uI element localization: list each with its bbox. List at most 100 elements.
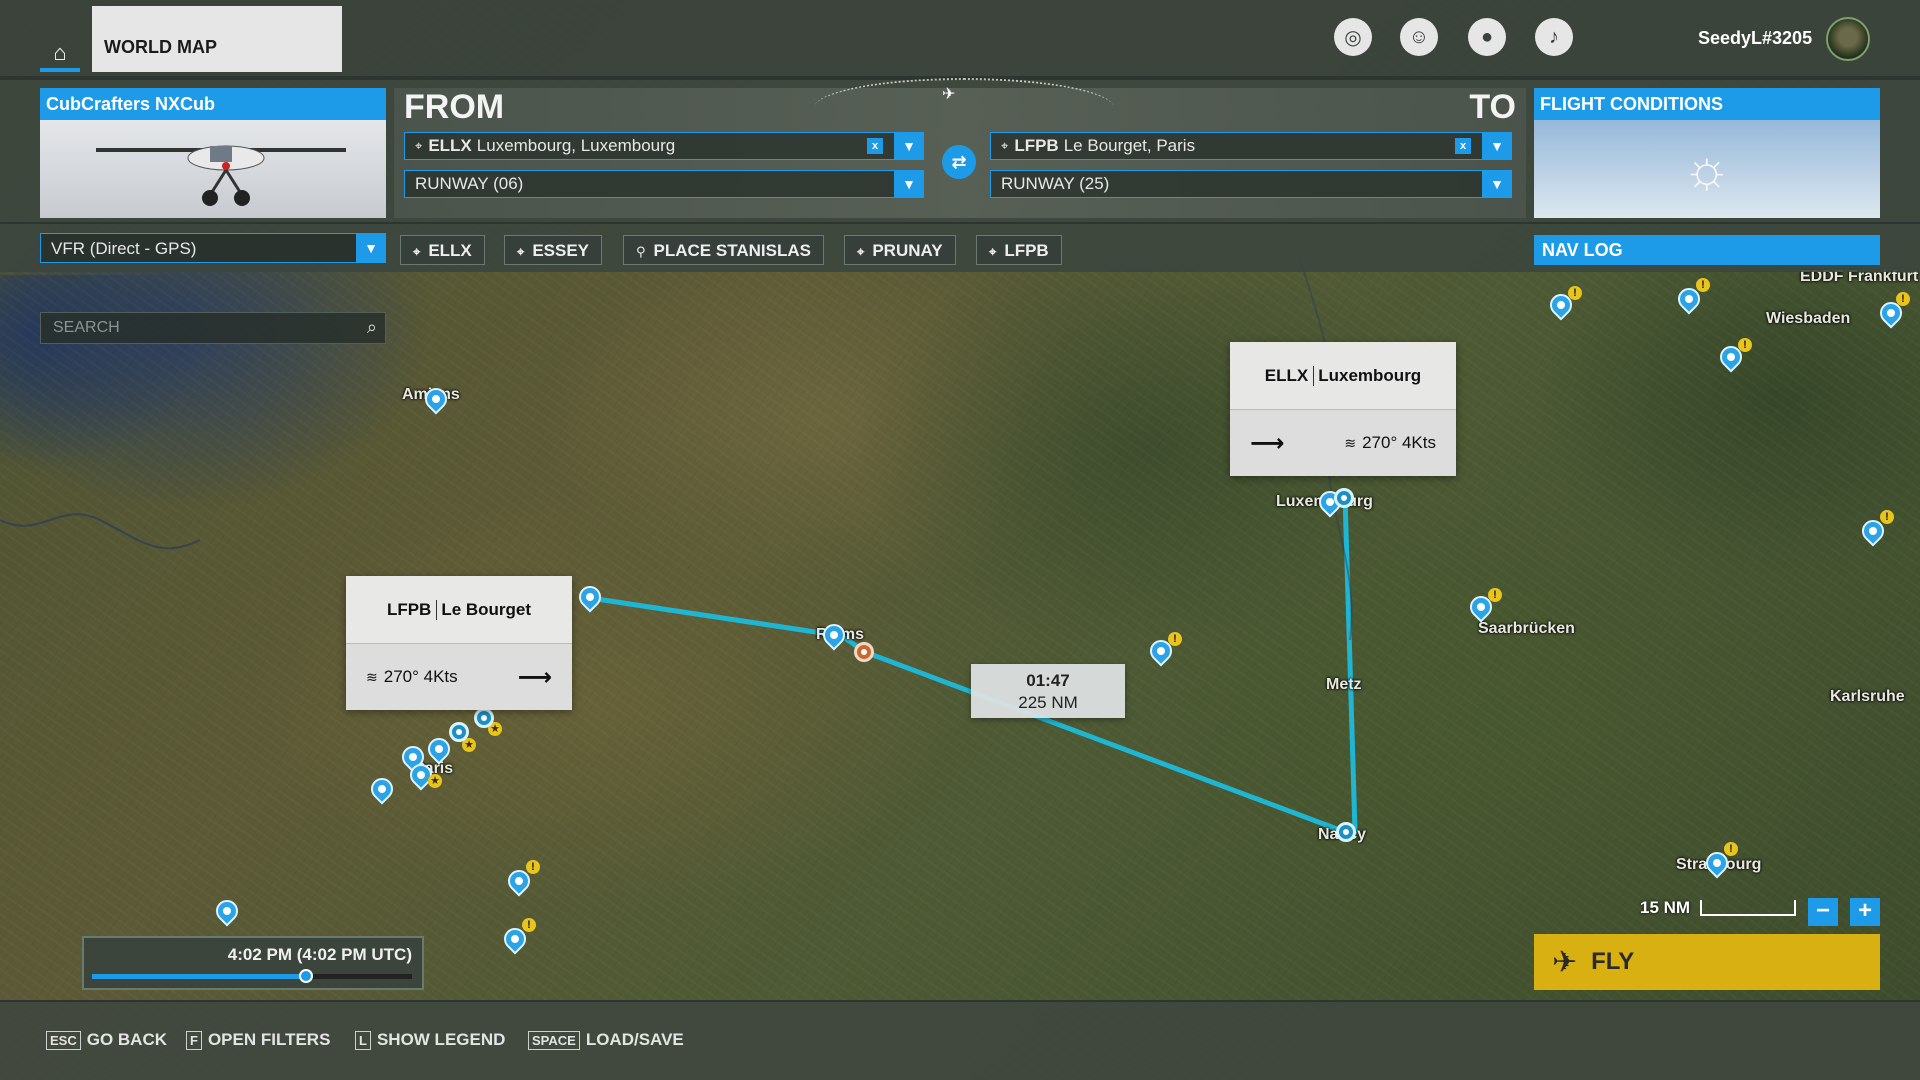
airport-card-ellx[interactable]: ELLX Luxembourg ⟶ ≋ 270° 4Kts [1230, 342, 1456, 476]
tab-world-map[interactable]: WORLD MAP [92, 6, 342, 72]
time-of-day-panel: 4:02 PM (4:02 PM UTC) [82, 936, 424, 990]
fly-label: FLY [1591, 948, 1635, 975]
departure-runway: RUNWAY (06) [415, 174, 524, 193]
route-arc-decoration [814, 78, 1114, 138]
river-line [0, 513, 201, 550]
swap-route-icon[interactable]: ⇄ [942, 145, 976, 179]
wind-icon: ≋ [366, 668, 378, 685]
hint-label: OPEN FILTERS [207, 1030, 331, 1049]
hint-open-filters[interactable]: F OPEN FILTERS [186, 1030, 330, 1050]
bottom-hint-bar: ESC GO BACK F OPEN FILTERS L SHOW LEGEND… [0, 1000, 1920, 1080]
departure-airport-select[interactable]: ⌖ ELLX Luxembourg, Luxembourg x ▼ [404, 132, 924, 160]
warning-icon: ! [1896, 292, 1910, 306]
flight-conditions-title: FLIGHT CONDITIONS [1534, 88, 1880, 120]
leg-info-label[interactable]: 01:47 225 NM [971, 664, 1125, 718]
warning-icon: ! [1724, 842, 1738, 856]
home-icon[interactable]: ⌂ [40, 34, 80, 72]
waypoint-prunay[interactable] [854, 642, 874, 662]
aircraft-image [40, 120, 386, 218]
waypoint-lfpb-approach[interactable] [474, 708, 494, 728]
chevron-down-icon[interactable]: ▼ [1482, 170, 1512, 198]
fly-button[interactable]: ✈ FLY [1534, 934, 1880, 990]
crosshair-icon: ⌖ [857, 244, 865, 259]
departure-runway-select[interactable]: RUNWAY (06) ▼ [404, 170, 924, 198]
profile-icon[interactable]: ● [1468, 18, 1506, 56]
departure-name: Luxembourg, Luxembourg [476, 136, 676, 155]
chevron-down-icon[interactable]: ▼ [894, 170, 924, 198]
time-slider-handle[interactable] [299, 969, 314, 983]
hint-load-save[interactable]: SPACE LOAD/SAVE [528, 1030, 684, 1050]
airport-card-name: Luxembourg [1318, 365, 1422, 385]
departure-icon: ⟶ [1250, 429, 1285, 457]
airport-card-icao: LFPB [387, 599, 438, 620]
hint-label: SHOW LEGEND [376, 1030, 506, 1049]
warning-icon: ! [1880, 510, 1894, 524]
arrival-runway-select[interactable]: RUNWAY (25) ▼ [990, 170, 1512, 198]
flight-type-value: VFR (Direct - GPS) [51, 239, 197, 258]
waypoint-button[interactable]: ⌖ ESSEY [504, 235, 603, 265]
top-navigation-bar: ⌂ WORLD MAP ◎ ☺ ● ♪ SeedyL#3205 [0, 0, 1920, 76]
flight-conditions-panel[interactable]: FLIGHT CONDITIONS ☼ [1534, 88, 1880, 218]
leg-distance: 225 NM [1018, 693, 1078, 712]
airport-card-wind: 270° 4Kts [1362, 433, 1436, 452]
warning-icon: ! [1168, 632, 1182, 646]
search-input[interactable] [53, 319, 343, 337]
airport-card-lfpb[interactable]: LFPB Le Bourget ≋ 270° 4Kts ⟶ [346, 576, 572, 710]
from-label: FROM [404, 88, 505, 126]
chevron-down-icon[interactable]: ▼ [356, 233, 386, 263]
weather-sun-cloud-icon: ☼ [1682, 139, 1732, 199]
clear-departure-icon[interactable]: x [867, 138, 883, 154]
activity-icon[interactable]: ◎ [1334, 18, 1372, 56]
key-badge: SPACE [528, 1030, 580, 1050]
flight-type-select[interactable]: VFR (Direct - GPS) ▼ [40, 233, 386, 263]
flight-setup-panel: CubCrafters NXCub ✈ FROM TO ⌖ ELLX Luxem… [0, 76, 1920, 222]
waypoint-button[interactable]: ⌖ LFPB [976, 235, 1062, 265]
hint-go-back[interactable]: ESC GO BACK [46, 1030, 167, 1050]
waypoint-label: PLACE STANISLAS [653, 241, 811, 260]
arrival-airport-select[interactable]: ⌖ LFPB Le Bourget, Paris x ▼ [990, 132, 1512, 160]
zoom-out-button[interactable]: − [1808, 898, 1838, 926]
search-icon[interactable]: ⌕ [367, 317, 377, 338]
chevron-down-icon[interactable]: ▼ [1482, 132, 1512, 160]
hint-label: GO BACK [86, 1030, 168, 1049]
crosshair-icon: ⌖ [517, 244, 525, 259]
clear-arrival-icon[interactable]: x [1455, 138, 1471, 154]
warning-icon: ! [1568, 286, 1582, 300]
arrival-icao: LFPB [1014, 136, 1059, 155]
key-badge: L [355, 1030, 371, 1050]
arrival-icon: ⟶ [517, 663, 552, 691]
crosshair-icon: ⌖ [413, 244, 421, 259]
route-selection: ✈ FROM TO ⌖ ELLX Luxembourg, Luxembourg … [394, 78, 1526, 218]
waypoint-essey[interactable] [1336, 822, 1356, 842]
username[interactable]: SeedyL#3205 [1698, 28, 1812, 49]
arrival-name: Le Bourget, Paris [1063, 136, 1196, 155]
warning-icon: ! [522, 918, 536, 932]
waypoint-button[interactable]: ⌖ PRUNAY [844, 235, 956, 265]
waypoint-label: PRUNAY [872, 241, 943, 260]
waypoint-button[interactable]: ⚲ PLACE STANISLAS [623, 235, 824, 265]
crosshair-icon: ⌖ [989, 244, 997, 259]
aircraft-selector[interactable]: CubCrafters NXCub [40, 88, 386, 218]
waypoint-ellx[interactable] [1334, 488, 1354, 508]
crosshair-icon: ⌖ [1001, 138, 1009, 153]
map-scale-bar [1700, 900, 1796, 916]
place-label-wiesbaden: Wiesbaden [1766, 310, 1851, 327]
zoom-in-button[interactable]: + [1850, 898, 1880, 926]
airport-card-wind: 270° 4Kts [383, 667, 458, 686]
friends-icon[interactable]: ☺ [1400, 18, 1438, 56]
arrival-runway: RUNWAY (25) [1001, 174, 1110, 193]
place-label-saarbrucken: Saarbrücken [1478, 620, 1575, 637]
warning-icon: ! [1738, 338, 1752, 352]
warning-icon: ! [1488, 588, 1502, 602]
bell-icon[interactable]: ♪ [1535, 18, 1573, 56]
nav-log-button[interactable]: NAV LOG [1534, 235, 1880, 265]
waypoint-button[interactable]: ⌖ ELLX [400, 235, 485, 265]
chevron-down-icon[interactable]: ▼ [894, 132, 924, 160]
waypoint-label: LFPB [1004, 241, 1049, 260]
avatar[interactable] [1826, 17, 1870, 61]
leg-time: 01:47 [1026, 671, 1070, 690]
time-slider[interactable] [92, 969, 412, 983]
hint-show-legend[interactable]: L SHOW LEGEND [355, 1030, 505, 1050]
flight-plan-bar: VFR (Direct - GPS) ▼ ⌖ ELLX ⌖ ESSEY ⚲ PLACE… [0, 222, 1920, 272]
waypoint-lfpb[interactable] [449, 722, 469, 742]
